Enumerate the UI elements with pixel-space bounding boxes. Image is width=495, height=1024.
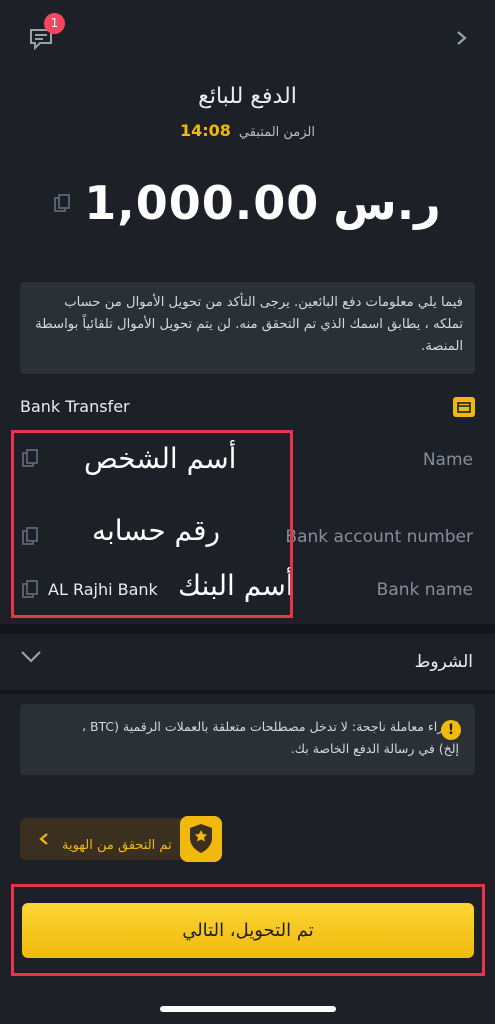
notification-badge: 1 [44,13,65,34]
transfer-done-next-button[interactable]: تم التحويل، التالي [22,903,474,958]
highlight-box-details [11,430,293,618]
amount-row: 1,000.00 ر.س [0,176,495,230]
chevron-right-icon[interactable] [455,30,469,46]
section-divider [0,624,495,634]
section-divider [0,690,495,694]
warning-notice: لإجراء معاملة ناجحة: لا تدخل مصطلحات متع… [20,704,475,775]
terms-label: الشروط [414,652,473,672]
timer-label: الزمن المتبقي [238,125,316,140]
verified-shield-icon [180,816,222,862]
account-number-label: Bank account number [285,527,473,547]
bank-name-label: Bank name [376,580,473,600]
amount-value: 1,000.00 [84,176,320,230]
name-label: Name [422,450,473,470]
copy-icon[interactable] [54,194,71,212]
chevron-left-icon [39,833,48,845]
payment-method-label: Bank Transfer [20,397,130,416]
timer-value: 14:08 [179,121,231,140]
warning-icon: ! [441,720,461,740]
amount-currency: ر.س [333,176,441,230]
bank-card-icon [453,397,475,417]
home-indicator[interactable] [160,1006,336,1012]
chevron-down-icon[interactable] [20,650,42,664]
page-title: الدفع للبائع [198,84,297,109]
identity-verified-label: تم التحقق من الهوية [62,838,172,853]
seller-info-notice: فيما يلي معلومات دفع البائعين. يرجى التأ… [20,282,475,374]
timer-row: الزمن المتبقي 14:08 [0,121,495,140]
